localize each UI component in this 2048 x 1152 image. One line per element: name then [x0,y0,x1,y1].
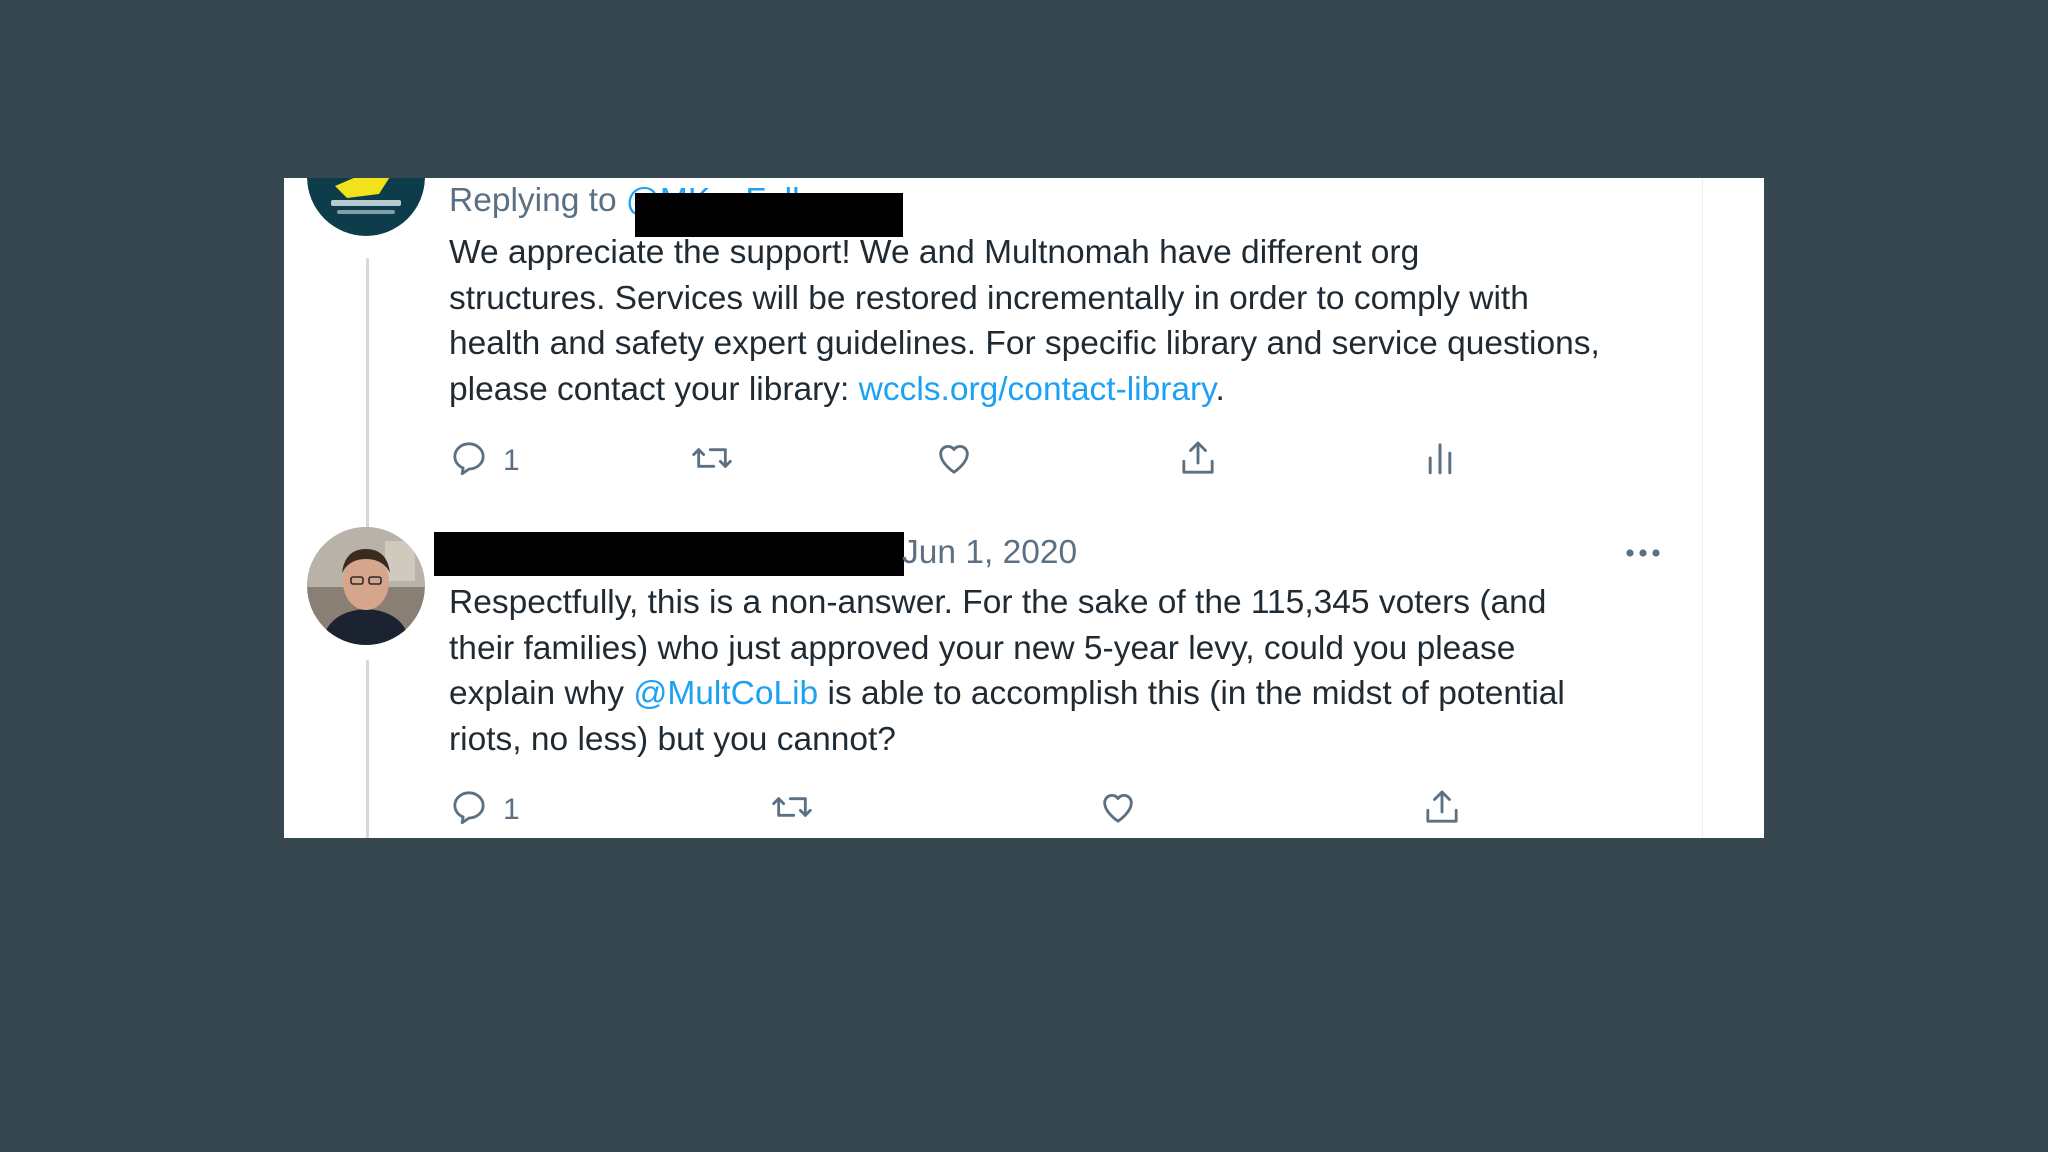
like-button[interactable] [934,436,974,480]
more-options-icon [1626,549,1660,557]
user-avatar[interactable] [307,527,425,645]
retweet-icon [772,797,812,817]
replying-to-label: Replying to [449,182,617,219]
tweet2-line: riots, no less) but you cannot? [449,720,896,758]
reply-button[interactable]: 1 [449,436,520,480]
tweet1-line-end: . [1215,370,1225,408]
multcolib-mention[interactable]: @MultCoLib [633,675,818,712]
tweet-thread-card: Replying to @MKayFall We appreciate the … [284,178,1764,838]
tweet2-line-text: explain why [449,675,634,713]
retweet-button[interactable] [770,785,814,829]
analytics-button[interactable] [1422,436,1458,480]
tweet1-line: structures. Services will be restored in… [449,279,1529,317]
tweet2-line: their families) who just approved your n… [449,629,1516,667]
reply-count: 1 [503,444,520,477]
like-button[interactable] [1098,785,1138,829]
washington-county-library-logo-icon [307,178,425,236]
retweet-icon [692,448,732,468]
more-options-button[interactable] [1622,536,1664,570]
reply-icon [453,791,485,825]
tweet1-line: We appreciate the support! We and Multno… [449,234,1420,271]
tweet1-line-text: please contact your library: [449,370,859,408]
tweet1-line: health and safety expert guidelines. For… [449,325,1600,363]
heart-icon [939,445,969,474]
retweet-button[interactable] [690,436,734,480]
share-button[interactable] [1178,436,1218,480]
tweet2-body: Respectfully, this is a non-answer. For … [449,580,1689,762]
library-avatar[interactable] [307,178,425,236]
tweet2-line-text: is able to accomplish this (in the midst… [818,675,1565,713]
share-button[interactable] [1422,785,1462,829]
tweet2-line: Respectfully, this is a non-answer. For … [449,584,1547,621]
tweet2-date[interactable]: Jun 1, 2020 [902,530,1077,576]
tweet1-line: please contact your library: wccls.org/c… [449,367,1689,413]
analytics-icon [1428,443,1452,475]
column-divider [1702,178,1703,838]
heart-icon [1103,794,1133,823]
thread-connector-line [366,660,369,838]
reply-button[interactable]: 1 [449,785,520,829]
reply-icon [453,442,485,476]
share-icon [1426,790,1458,823]
tweet2-line: explain why @MultCoLib is able to accomp… [449,671,1689,717]
tweet1-body: We appreciate the support! We and Multno… [449,230,1689,412]
reply-count: 1 [503,793,520,826]
redaction-bar [434,532,904,576]
user-photo-avatar-icon [307,527,425,645]
contact-library-link[interactable]: wccls.org/contact-library [859,371,1216,408]
share-icon [1182,441,1214,474]
